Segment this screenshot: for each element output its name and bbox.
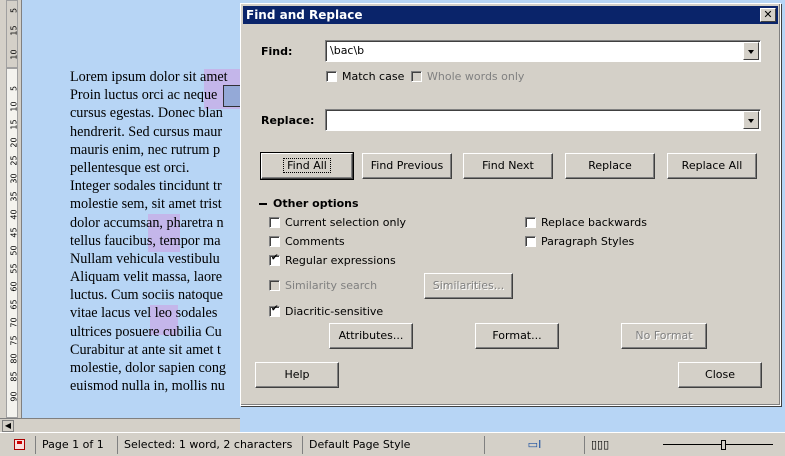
find-all-button[interactable]: Find All bbox=[260, 152, 354, 180]
checkbox-box-checked[interactable] bbox=[269, 304, 280, 317]
comments-checkbox[interactable]: Comments bbox=[269, 235, 345, 248]
match-case-checkbox[interactable]: Match case bbox=[326, 70, 404, 83]
selection-text: Selected: 1 word, 2 characters bbox=[124, 437, 293, 451]
ruler-mark: 20 bbox=[9, 137, 19, 148]
find-replace-dialog: Find and Replace ✕ Find: \bac\b Match ca… bbox=[240, 3, 781, 406]
horizontal-scrollbar[interactable]: ◀ bbox=[0, 418, 240, 432]
replace-button[interactable]: Replace bbox=[565, 153, 655, 179]
find-all-label: Find All bbox=[283, 158, 331, 173]
ruler-mark: 25 bbox=[9, 155, 19, 166]
ruler-mark: 40 bbox=[9, 209, 19, 220]
find-input[interactable]: \bac\b bbox=[325, 40, 761, 62]
whole-words-checkbox[interactable]: Whole words only bbox=[411, 70, 524, 83]
ruler-mark: 15 bbox=[9, 119, 19, 130]
current-selection-checkbox[interactable]: Current selection only bbox=[269, 216, 406, 229]
ruler-mark: 55 bbox=[9, 263, 19, 274]
paragraph-styles-checkbox[interactable]: Paragraph Styles bbox=[525, 235, 634, 248]
ruler-mark: 75 bbox=[9, 335, 19, 346]
replace-input[interactable] bbox=[325, 109, 761, 131]
regular-expressions-label: Regular expressions bbox=[285, 254, 396, 267]
dialog-title: Find and Replace bbox=[246, 8, 363, 22]
help-button[interactable]: Help bbox=[255, 362, 339, 388]
comments-label: Comments bbox=[285, 235, 345, 248]
replace-label: Replace: bbox=[261, 114, 315, 127]
checkbox-box[interactable] bbox=[269, 236, 280, 247]
zoom-knob[interactable] bbox=[721, 439, 726, 450]
save-icon bbox=[14, 438, 25, 450]
checkbox-box[interactable] bbox=[269, 280, 280, 291]
ruler-mark: 50 bbox=[9, 245, 19, 256]
ruler-mark: 90 bbox=[9, 391, 19, 402]
vertical-ruler: 15 10 5 5 10 15 20 25 30 35 40 45 50 55 … bbox=[0, 0, 22, 418]
replace-all-button[interactable]: Replace All bbox=[667, 153, 757, 179]
status-bar: Page 1 of 1 Selected: 1 word, 2 characte… bbox=[0, 432, 785, 456]
diacritic-sensitive-label: Diacritic-sensitive bbox=[285, 305, 384, 318]
paragraph-styles-label: Paragraph Styles bbox=[541, 235, 635, 248]
regular-expressions-checkbox[interactable]: Regular expressions bbox=[269, 253, 396, 267]
replace-backwards-checkbox[interactable]: Replace backwards bbox=[525, 216, 647, 229]
find-next-button[interactable]: Find Next bbox=[463, 153, 553, 179]
collapse-icon[interactable] bbox=[259, 202, 267, 205]
ruler-mark: 80 bbox=[9, 353, 19, 364]
similarities-button[interactable]: Similarities... bbox=[424, 273, 513, 299]
ruler-mark: 10 bbox=[9, 49, 19, 60]
checkbox-box-checked[interactable] bbox=[269, 253, 280, 266]
find-label: Find: bbox=[261, 45, 293, 58]
ruler-mark: 85 bbox=[9, 371, 19, 382]
dialog-titlebar[interactable]: Find and Replace ✕ bbox=[243, 6, 778, 24]
scroll-left-icon[interactable]: ◀ bbox=[2, 420, 14, 432]
similarity-search-label: Similarity search bbox=[285, 279, 378, 292]
close-button[interactable]: Close bbox=[678, 362, 762, 388]
current-selection-label: Current selection only bbox=[285, 216, 407, 229]
match-case-label: Match case bbox=[342, 70, 405, 83]
ruler-mark: 10 bbox=[9, 101, 19, 112]
chevron-down-icon[interactable] bbox=[743, 42, 759, 60]
zoom-slider[interactable] bbox=[663, 439, 773, 450]
ruler-mark: 5 bbox=[9, 7, 19, 14]
find-previous-button[interactable]: Find Previous bbox=[362, 153, 452, 179]
other-options-label: Other options bbox=[273, 197, 359, 210]
ruler-mark: 60 bbox=[9, 281, 19, 292]
page-style[interactable]: Default Page Style bbox=[303, 435, 485, 454]
selection-info: Selected: 1 word, 2 characters bbox=[118, 435, 303, 454]
page-count: Page 1 of 1 bbox=[36, 435, 118, 454]
find-value: \bac\b bbox=[330, 44, 365, 57]
ruler-mark: 15 bbox=[9, 25, 19, 36]
ruler-mark: 35 bbox=[9, 191, 19, 202]
other-options-toggle[interactable]: Other options bbox=[259, 197, 359, 210]
checkbox-box[interactable] bbox=[326, 71, 337, 82]
checkbox-box[interactable] bbox=[269, 217, 280, 228]
chevron-down-icon[interactable] bbox=[743, 111, 759, 129]
attributes-button[interactable]: Attributes... bbox=[329, 323, 413, 349]
insert-mode[interactable]: ▭I bbox=[485, 435, 585, 454]
checkbox-box[interactable] bbox=[525, 217, 536, 228]
ruler-mark: 45 bbox=[9, 227, 19, 238]
text-cursor-icon: ▭I bbox=[527, 437, 542, 451]
diacritic-sensitive-checkbox[interactable]: Diacritic-sensitive bbox=[269, 304, 384, 318]
close-icon[interactable]: ✕ bbox=[760, 8, 776, 22]
replace-backwards-label: Replace backwards bbox=[541, 216, 647, 229]
ruler-mark: 65 bbox=[9, 299, 19, 310]
ruler-mark: 5 bbox=[9, 85, 19, 92]
no-format-button[interactable]: No Format bbox=[621, 323, 707, 349]
similarity-search-checkbox[interactable]: Similarity search bbox=[269, 279, 377, 292]
checkbox-box[interactable] bbox=[525, 236, 536, 247]
ruler-mark: 70 bbox=[9, 317, 19, 328]
ruler-mark: 30 bbox=[9, 173, 19, 184]
page-view-icon[interactable]: ▯▯▯ bbox=[591, 438, 609, 451]
zoom-track bbox=[663, 443, 773, 445]
format-button[interactable]: Format... bbox=[475, 323, 559, 349]
checkbox-box[interactable] bbox=[411, 71, 422, 82]
whole-words-label: Whole words only bbox=[427, 70, 525, 83]
document-modified-status[interactable] bbox=[0, 435, 36, 454]
view-layout[interactable]: ▯▯▯ bbox=[585, 436, 655, 454]
